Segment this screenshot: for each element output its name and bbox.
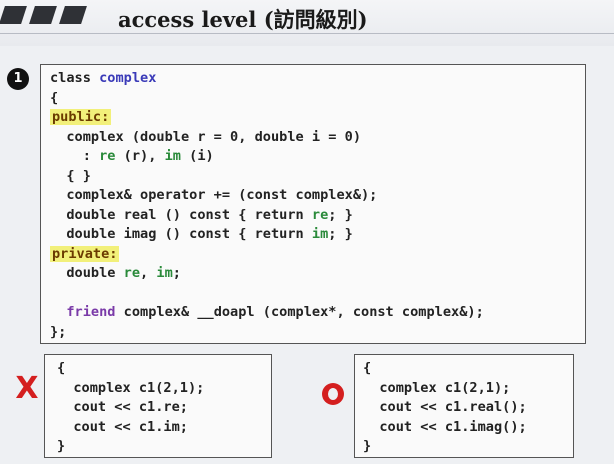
code-line: double imag () const { return im; } bbox=[50, 225, 484, 245]
code-token: double imag () const { return bbox=[50, 226, 312, 242]
code-token: im bbox=[156, 265, 173, 281]
code-line: { bbox=[57, 360, 66, 376]
slide-header: access level (訪問級別) bbox=[0, 0, 614, 46]
code-token: { } bbox=[50, 167, 91, 184]
code-line: cout << c1.real(); bbox=[363, 399, 527, 415]
code-line: complex& operator += (const complex&); bbox=[50, 186, 484, 206]
code-line: } bbox=[57, 438, 66, 454]
code-token: im bbox=[311, 226, 329, 242]
code-token: { bbox=[50, 89, 59, 106]
access-specifier: private: bbox=[50, 245, 120, 262]
code-token: complex bbox=[99, 70, 157, 86]
class-definition-code: class complex{public: complex (double r … bbox=[50, 69, 484, 342]
code-token: : bbox=[50, 148, 100, 164]
code-line: cout << c1.imag(); bbox=[363, 418, 527, 435]
code-token: ; } bbox=[328, 226, 353, 242]
code-line: }; bbox=[50, 323, 484, 343]
header-divider bbox=[0, 33, 614, 34]
stripe-shape bbox=[59, 6, 87, 24]
header-stripes-decoration bbox=[0, 6, 96, 24]
code-token: re bbox=[99, 148, 116, 164]
step-number-badge: 1 bbox=[7, 68, 29, 90]
correct-usage-code-box: { complex c1(2,1); cout << c1.real(); co… bbox=[354, 354, 574, 458]
code-line: } bbox=[363, 438, 372, 454]
code-token: double bbox=[50, 265, 124, 281]
code-token: complex& __doapl (complex*, const comple… bbox=[115, 304, 484, 320]
code-token: (r), bbox=[115, 148, 165, 164]
slide-title: access level (訪問級別) bbox=[118, 7, 368, 32]
code-line: { bbox=[363, 360, 372, 376]
code-line: complex c1(2,1); bbox=[57, 379, 205, 396]
incorrect-mark-icon: X bbox=[15, 371, 39, 406]
code-line: complex (double r = 0, double i = 0) bbox=[50, 128, 484, 148]
code-token: im bbox=[164, 148, 181, 164]
code-token: complex& operator += (const complex&); bbox=[50, 187, 378, 203]
code-token: re bbox=[123, 265, 141, 281]
correct-usage-code: { complex c1(2,1); cout << c1.real(); co… bbox=[363, 359, 527, 457]
code-line: class complex bbox=[50, 69, 484, 89]
incorrect-usage-code: { complex c1(2,1); cout << c1.re; cout <… bbox=[57, 359, 204, 457]
code-token: double real () const { return bbox=[50, 206, 312, 223]
code-line: cout << c1.re; bbox=[57, 399, 188, 415]
code-token: (i) bbox=[180, 148, 214, 164]
code-token: }; bbox=[50, 323, 67, 340]
code-token: class bbox=[50, 70, 100, 86]
stripe-shape bbox=[29, 6, 57, 24]
code-line: double re, im; bbox=[50, 264, 484, 284]
code-line: friend complex& __doapl (complex*, const… bbox=[50, 303, 484, 323]
stripe-shape bbox=[0, 6, 27, 24]
code-line: { } bbox=[50, 167, 484, 187]
code-token: complex (double r = 0, double i = 0) bbox=[50, 128, 361, 145]
code-line: cout << c1.im; bbox=[57, 418, 188, 435]
correct-mark-icon bbox=[322, 383, 344, 405]
code-line: public: bbox=[50, 108, 484, 128]
code-token: re bbox=[311, 206, 329, 223]
code-line: complex c1(2,1); bbox=[363, 379, 511, 396]
code-token: ; } bbox=[328, 206, 353, 223]
code-token: , bbox=[140, 265, 157, 281]
incorrect-usage-code-box: { complex c1(2,1); cout << c1.re; cout <… bbox=[44, 354, 272, 458]
code-line: : re (r), im (i) bbox=[50, 147, 484, 167]
code-token: friend bbox=[66, 304, 116, 320]
code-line: private: bbox=[50, 245, 484, 265]
class-definition-code-box: class complex{public: complex (double r … bbox=[40, 64, 586, 344]
code-line: { bbox=[50, 89, 484, 109]
code-token: ; bbox=[172, 265, 181, 281]
code-line: double real () const { return re; } bbox=[50, 206, 484, 226]
access-specifier: public: bbox=[50, 109, 112, 125]
